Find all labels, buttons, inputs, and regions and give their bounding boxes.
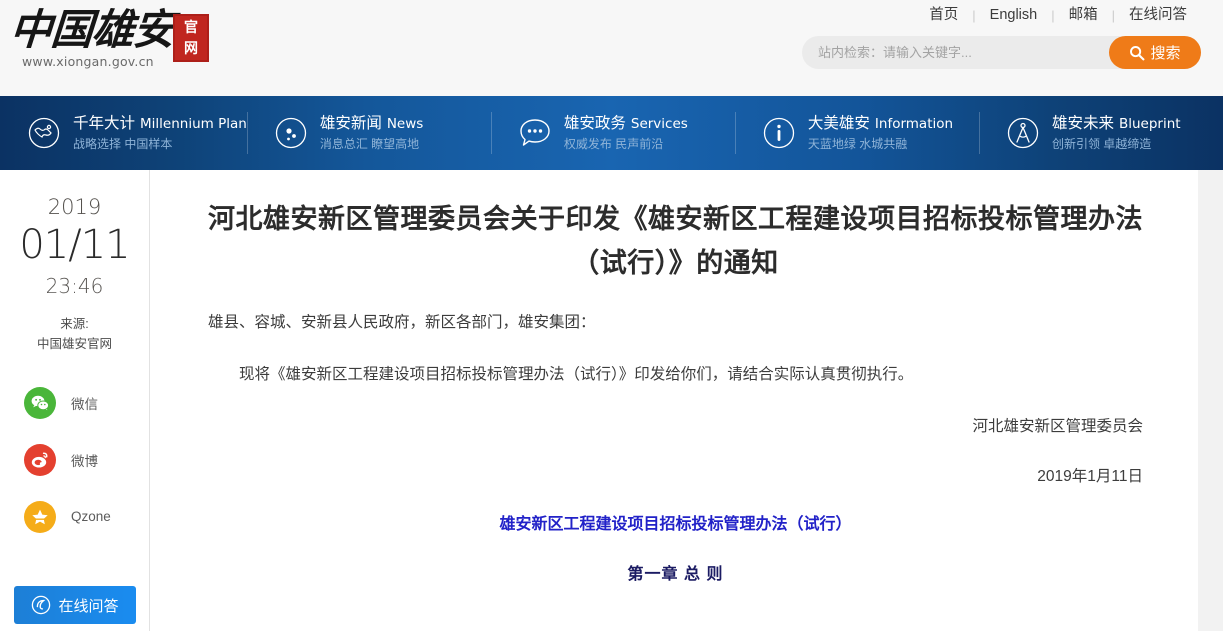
nav-title-en: Services [630,115,688,132]
share-label: Qzone [71,509,111,524]
search-bar: 搜索 [802,36,1201,69]
publish-date: 01/11 [19,222,130,268]
site-header: 中国雄安 www.xiongan.gov.cn 官 网 首页 | English… [0,0,1223,96]
nav-title: 大美雄安 Information [807,114,954,132]
publish-year: 2019 [47,195,102,219]
article-source: 来源: 中国雄安官网 [37,314,112,354]
speech-bubble-icon [517,115,553,151]
search-button-label: 搜索 [1150,45,1181,62]
seal-char-bottom: 网 [184,41,198,57]
nav-title-en: News [386,115,424,132]
nav-item-services[interactable]: 雄安政务 Services 权威发布 民声前沿 [490,96,735,170]
top-link-english[interactable]: English [976,3,1052,27]
news-circle-icon [273,115,309,151]
article-signature-organization: 河北雄安新区管理委员会 [972,418,1143,435]
share-list: 微信 微博 Qzone [0,374,149,545]
search-input[interactable] [802,37,1109,68]
weibo-icon [24,443,56,476]
nav-title: 雄安政务 Services [563,114,688,132]
search-icon [1130,45,1145,60]
qzone-icon [24,500,56,533]
nav-title: 雄安未来 Blueprint [1051,114,1181,132]
publish-time: 23:46 [45,274,104,298]
nav-subtitle: 消息总汇 瞭望高地 [319,136,420,151]
headset-icon [32,595,51,615]
article-paragraph-notice: 现将《雄安新区工程建设项目招标投标管理办法（试行）》印发给你们，请结合实际认真贯… [239,366,914,383]
wechat-icon [24,386,56,419]
online-qa-label: 在线问答 [58,597,119,615]
site-logo[interactable]: 中国雄安 www.xiongan.gov.cn 官 网 [8,4,209,84]
compass-icon [1005,115,1041,151]
nav-title: 千年大计 Millennium Plan [73,114,247,132]
nav-subtitle: 天蓝地绿 水城共融 [807,136,908,151]
top-link-home[interactable]: 首页 [915,3,972,27]
nav-texts: 雄安新闻 News 消息总汇 瞭望高地 [320,114,424,153]
online-qa-button[interactable]: 在线问答 [14,586,136,624]
main-navigation: 千年大计 Millennium Plan 战略选择 中国样本 雄安新闻 News 消… [0,96,1223,170]
top-link-online-qa[interactable]: 在线问答 [1115,3,1201,27]
official-seal-badge: 官 网 [173,14,209,62]
nav-subtitle: 战略选择 中国样本 [73,136,173,151]
article-body: 雄县、容城、安新县人民政府，新区各部门，雄安集团： 现将《雄安新区工程建设项目招… [208,308,1143,590]
source-name: 中国雄安官网 [36,337,112,351]
article-paragraph-recipients: 雄县、容城、安新县人民政府，新区各部门，雄安集团： [208,314,596,331]
share-wechat[interactable]: 微信 [24,374,149,431]
nav-title: 雄安新闻 News [319,114,424,132]
globe-icon [26,115,62,151]
nav-item-blueprint[interactable]: 雄安未来 Blueprint 创新引领 卓越缔造 [978,96,1223,170]
article-title: 河北雄安新区管理委员会关于印发《雄安新区工程建设项目招标投标管理办法（试行）》的… [208,204,1143,279]
chapter-heading: 第一章 总 则 [627,566,724,583]
nav-item-millennium-plan[interactable]: 千年大计 Millennium Plan 战略选择 中国样本 [0,96,247,170]
nav-texts: 大美雄安 Information 天蓝地绿 水城共融 [808,114,953,153]
article-sidebar: 2019 01/11 23:46 来源: 中国雄安官网 微信 微博 Qzone … [0,170,150,631]
share-label: 微博 [71,453,98,469]
page-body: 2019 01/11 23:46 来源: 中国雄安官网 微信 微博 Qzone … [0,170,1223,631]
top-nav-links: 首页 | English | 邮箱 | 在线问答 [915,3,1201,27]
content-card: 2019 01/11 23:46 来源: 中国雄安官网 微信 微博 Qzone … [0,170,1198,631]
nav-texts: 雄安未来 Blueprint 创新引领 卓越缔造 [1052,114,1181,153]
nav-title-en: Information [874,115,954,132]
regulation-title: 雄安新区工程建设项目招标投标管理办法（试行） [499,516,852,533]
nav-title-en: Millennium Plan [140,115,247,132]
info-circle-icon [761,115,797,151]
search-button[interactable]: 搜索 [1109,36,1201,69]
article-signature-date: 2019年1月11日 [1037,468,1143,485]
share-qzone[interactable]: Qzone [24,488,149,545]
share-label: 微信 [71,396,98,412]
seal-char-top: 官 [184,20,198,36]
nav-title-en: Blueprint [1118,115,1181,132]
nav-item-information[interactable]: 大美雄安 Information 天蓝地绿 水城共融 [734,96,979,170]
article-content: 河北雄安新区管理委员会关于印发《雄安新区工程建设项目招标投标管理办法（试行）》的… [150,170,1198,631]
share-weibo[interactable]: 微博 [24,431,149,488]
top-link-mail[interactable]: 邮箱 [1055,3,1112,27]
nav-subtitle: 权威发布 民声前沿 [563,136,664,151]
nav-texts: 雄安政务 Services 权威发布 民声前沿 [564,114,688,153]
nav-texts: 千年大计 Millennium Plan 战略选择 中国样本 [73,114,247,153]
source-label: 来源: [60,317,89,331]
nav-subtitle: 创新引领 卓越缔造 [1051,136,1152,151]
nav-item-news[interactable]: 雄安新闻 News 消息总汇 瞭望高地 [246,96,491,170]
